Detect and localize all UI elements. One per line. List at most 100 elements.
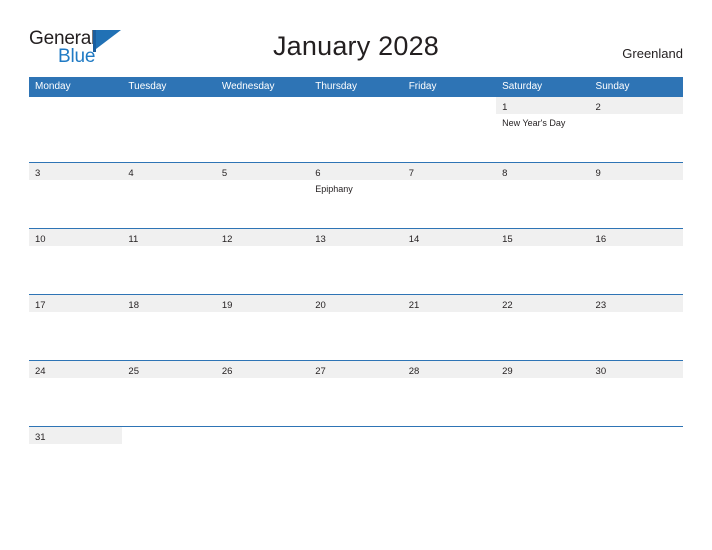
day-events [216,180,309,183]
weekday-header-wednesday: Wednesday [221,81,275,92]
day-number-band [215,427,310,444]
calendar-day-cell[interactable]: 12 [215,229,310,294]
calendar-week-row: 24 25 26 27 28 29 30 [29,360,683,426]
weekday-header-row: Monday Tuesday Wednesday Thursday Friday… [29,77,683,96]
day-events [122,312,215,315]
day-events [309,114,402,117]
calendar-week-row: 17 18 19 20 21 22 23 [29,294,683,360]
calendar-day-cell[interactable]: 18 [122,295,216,360]
day-events [29,180,122,183]
calendar-day-cell[interactable]: 27 [309,361,403,426]
calendar-day-cell[interactable]: 13 [309,229,403,294]
calendar-grid: Monday Tuesday Wednesday Thursday Friday… [29,77,683,463]
day-number: 26 [221,366,233,377]
day-number: 31 [35,432,46,443]
calendar-day-cell[interactable]: 17 [29,295,123,360]
day-events [496,312,589,315]
day-number: 27 [315,366,326,377]
day-number: 16 [595,234,607,245]
calendar-day-cell[interactable]: 15 [496,229,590,294]
day-number: 3 [35,168,41,179]
day-number-band: 15 [496,229,590,246]
calendar-day-cell[interactable]: 3 [29,163,123,228]
day-events [122,180,215,183]
day-number-band [402,97,497,114]
calendar-day-cell-empty [402,97,497,162]
weekday-header-monday: Monday [35,81,71,92]
calendar-day-cell[interactable]: 26 [215,361,310,426]
day-events [309,312,402,315]
calendar-day-cell[interactable]: 24 [29,361,123,426]
day-number-band: 5 [215,163,310,180]
calendar-day-cell[interactable]: 23 [589,295,683,360]
day-number-band: 7 [402,163,497,180]
day-number-band [496,427,590,444]
day-number: 21 [408,300,420,311]
day-number-band [215,97,310,114]
day-number-band: 20 [309,295,403,312]
day-number-band [122,427,216,444]
day-events [403,180,496,183]
day-number-band: 4 [122,163,216,180]
calendar-day-cell[interactable]: 6 Epiphany [309,163,403,228]
day-number-band: 28 [402,361,497,378]
day-number: 13 [315,234,326,245]
day-number: 25 [128,366,139,377]
day-number-band [29,97,123,114]
day-number-band: 16 [589,229,683,246]
calendar-day-cell[interactable]: 28 [402,361,497,426]
calendar-day-cell[interactable]: 5 [215,163,310,228]
day-number-band: 24 [29,361,123,378]
calendar-day-cell[interactable]: 4 [122,163,216,228]
calendar-day-cell[interactable]: 10 [29,229,123,294]
day-events: Epiphany [309,180,402,195]
calendar-day-cell[interactable]: 25 [122,361,216,426]
calendar-day-cell[interactable]: 29 [496,361,590,426]
day-events [216,246,309,249]
day-number-band: 11 [122,229,216,246]
calendar-day-cell-empty [496,427,590,463]
page-title: January 2028 [272,31,440,61]
calendar-day-cell[interactable]: 31 [29,427,123,463]
day-number: 10 [35,234,46,245]
calendar-week-row: 3 4 5 6 Epiphany 7 8 9 [29,162,683,228]
calendar-day-cell-empty [589,427,683,463]
calendar-day-cell[interactable]: 21 [402,295,497,360]
day-number-band: 3 [29,163,123,180]
day-number-band: 2 [589,97,683,114]
calendar-day-cell[interactable]: 7 [402,163,497,228]
day-events [122,114,215,117]
day-number-band: 25 [122,361,216,378]
calendar-day-cell[interactable]: 22 [496,295,590,360]
calendar-day-cell[interactable]: 16 [589,229,683,294]
day-events [122,378,215,381]
day-events [403,378,496,381]
calendar-week-row: 31 [29,426,683,463]
calendar-day-cell[interactable]: 14 [402,229,497,294]
day-number-band [309,97,403,114]
day-number-band [122,97,216,114]
day-number: 20 [315,300,326,311]
day-number-band: 26 [215,361,310,378]
weekday-header-tuesday: Tuesday [128,81,167,92]
holiday-event-label: Epiphany [315,184,353,194]
calendar-day-cell[interactable]: 11 [122,229,216,294]
day-number: 17 [35,300,46,311]
calendar-day-cell[interactable]: 9 [589,163,683,228]
day-events [122,246,215,249]
day-number-band [402,427,497,444]
calendar-day-cell-empty [122,427,216,463]
calendar-week-row: 1 New Year's Day 2 [29,96,683,162]
day-number-band: 9 [589,163,683,180]
calendar-day-cell[interactable]: 1 New Year's Day [496,97,590,162]
calendar-day-cell[interactable]: 30 [589,361,683,426]
day-events [590,444,683,447]
calendar-day-cell[interactable]: 2 [589,97,683,162]
day-number-band: 29 [496,361,590,378]
calendar-day-cell[interactable]: 19 [215,295,310,360]
calendar-day-cell[interactable]: 8 [496,163,590,228]
day-number: 4 [128,168,134,179]
day-number-band: 21 [402,295,497,312]
day-number: 11 [128,234,139,245]
calendar-day-cell[interactable]: 20 [309,295,403,360]
